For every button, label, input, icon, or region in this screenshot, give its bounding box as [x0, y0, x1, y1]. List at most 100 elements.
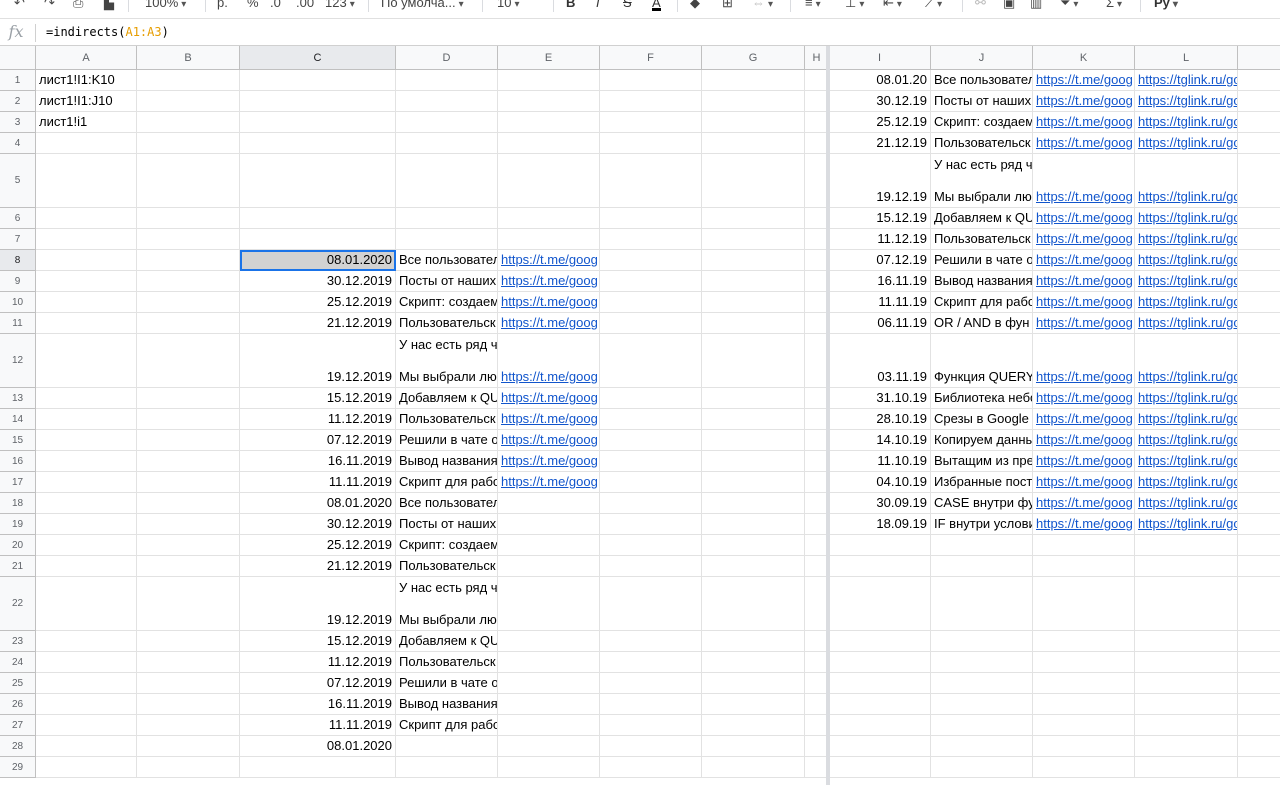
cell-i13[interactable]: 31.10.19	[829, 388, 931, 409]
cell-i19[interactable]: 18.09.19	[829, 514, 931, 535]
cell-e7[interactable]	[498, 229, 600, 250]
cell-f13[interactable]	[600, 388, 702, 409]
cell-i17[interactable]: 04.10.19	[829, 472, 931, 493]
row-header-24[interactable]: 24	[0, 652, 36, 673]
cell-j21[interactable]	[931, 556, 1033, 577]
cell-m7[interactable]	[1238, 229, 1280, 250]
cell-k17[interactable]: https://t.me/goog	[1033, 472, 1135, 493]
cell-f10[interactable]	[600, 292, 702, 313]
cell-a3[interactable]: лист1!i1	[36, 112, 137, 133]
cell-a25[interactable]	[36, 673, 137, 694]
cell-c26[interactable]: 16.11.2019	[240, 694, 396, 715]
cell-g15[interactable]	[702, 430, 805, 451]
cell-b17[interactable]	[137, 472, 240, 493]
cell-e27[interactable]	[498, 715, 600, 736]
cell-b29[interactable]	[137, 757, 240, 778]
cell-d26[interactable]: Вывод названия	[396, 694, 498, 715]
cell-g9[interactable]	[702, 271, 805, 292]
row-header-7[interactable]: 7	[0, 229, 36, 250]
cell-m14[interactable]	[1238, 409, 1280, 430]
cell-m12[interactable]	[1238, 334, 1280, 388]
cell-i26[interactable]	[829, 694, 931, 715]
cell-b18[interactable]	[137, 493, 240, 514]
cell-e28[interactable]	[498, 736, 600, 757]
cell-e13[interactable]: https://t.me/goog	[498, 388, 600, 409]
cell-k28[interactable]	[1033, 736, 1135, 757]
increase-decimals-button[interactable]: .00	[296, 0, 314, 12]
font-size-dropdown[interactable]: 10	[497, 0, 520, 12]
insert-comment-icon[interactable]: ▣	[1003, 0, 1015, 12]
cell-f21[interactable]	[600, 556, 702, 577]
cell-m5[interactable]	[1238, 154, 1280, 208]
cell-e20[interactable]	[498, 535, 600, 556]
cell-f18[interactable]	[600, 493, 702, 514]
cell-l4[interactable]: https://tglink.ru/google_s	[1135, 133, 1238, 154]
cell-m20[interactable]	[1238, 535, 1280, 556]
cell-a11[interactable]	[36, 313, 137, 334]
cell-i23[interactable]	[829, 631, 931, 652]
text-color-button[interactable]: A	[652, 0, 661, 11]
cell-m23[interactable]	[1238, 631, 1280, 652]
row-header-28[interactable]: 28	[0, 736, 36, 757]
cell-j4[interactable]: Пользовательск	[931, 133, 1033, 154]
cell-a27[interactable]	[36, 715, 137, 736]
cell-l2[interactable]: https://tglink.ru/google_s	[1135, 91, 1238, 112]
row-header-4[interactable]: 4	[0, 133, 36, 154]
decrease-decimals-button[interactable]: .0	[270, 0, 281, 12]
cell-k9[interactable]: https://t.me/goog	[1033, 271, 1135, 292]
cell-c13[interactable]: 15.12.2019	[240, 388, 396, 409]
merge-cells-icon[interactable]: ⇔	[752, 0, 773, 12]
cell-j7[interactable]: Пользовательск	[931, 229, 1033, 250]
cell-m2[interactable]	[1238, 91, 1280, 112]
cell-j29[interactable]	[931, 757, 1033, 778]
row-header-11[interactable]: 11	[0, 313, 36, 334]
paint-format-icon[interactable]: ▙	[104, 0, 114, 12]
cell-a28[interactable]	[36, 736, 137, 757]
cell-d17[interactable]: Скрипт для рабо	[396, 472, 498, 493]
cell-l6[interactable]: https://tglink.ru/google_s	[1135, 208, 1238, 229]
cell-k4[interactable]: https://t.me/goog	[1033, 133, 1135, 154]
cell-f20[interactable]	[600, 535, 702, 556]
cell-e1[interactable]	[498, 70, 600, 91]
cell-a6[interactable]	[36, 208, 137, 229]
cell-i7[interactable]: 11.12.19	[829, 229, 931, 250]
column-header-f[interactable]: F	[600, 46, 702, 70]
cell-a21[interactable]	[36, 556, 137, 577]
column-header-b[interactable]: B	[137, 46, 240, 70]
select-all-corner[interactable]	[0, 46, 36, 70]
cell-e6[interactable]	[498, 208, 600, 229]
cell-j2[interactable]: Посты от наших	[931, 91, 1033, 112]
cell-f28[interactable]	[600, 736, 702, 757]
percent-button[interactable]: %	[247, 0, 259, 12]
cell-g5[interactable]	[702, 154, 805, 208]
column-header-k[interactable]: K	[1033, 46, 1135, 70]
column-header-g[interactable]: G	[702, 46, 805, 70]
cell-l18[interactable]: https://tglink.ru/google_s	[1135, 493, 1238, 514]
cell-b23[interactable]	[137, 631, 240, 652]
cell-l25[interactable]	[1135, 673, 1238, 694]
cell-j13[interactable]: Библиотека небо	[931, 388, 1033, 409]
cell-b7[interactable]	[137, 229, 240, 250]
cell-i16[interactable]: 11.10.19	[829, 451, 931, 472]
cell-c8[interactable]: 08.01.2020	[240, 250, 396, 271]
row-header-8[interactable]: 8	[0, 250, 36, 271]
cell-c24[interactable]: 11.12.2019	[240, 652, 396, 673]
bold-button[interactable]: B	[566, 0, 575, 12]
cell-c1[interactable]	[240, 70, 396, 91]
cell-i11[interactable]: 06.11.19	[829, 313, 931, 334]
cell-g22[interactable]	[702, 577, 805, 631]
cell-b1[interactable]	[137, 70, 240, 91]
cell-m19[interactable]	[1238, 514, 1280, 535]
column-header-a[interactable]: A	[36, 46, 137, 70]
cell-k27[interactable]	[1033, 715, 1135, 736]
cell-c14[interactable]: 11.12.2019	[240, 409, 396, 430]
cell-j6[interactable]: Добавляем к QU	[931, 208, 1033, 229]
cell-g26[interactable]	[702, 694, 805, 715]
cell-c20[interactable]: 25.12.2019	[240, 535, 396, 556]
cell-l13[interactable]: https://tglink.ru/google_s	[1135, 388, 1238, 409]
cell-j18[interactable]: CASE внутри фу	[931, 493, 1033, 514]
cell-j23[interactable]	[931, 631, 1033, 652]
column-header-d[interactable]: D	[396, 46, 498, 70]
cell-c10[interactable]: 25.12.2019	[240, 292, 396, 313]
cell-c28[interactable]: 08.01.2020	[240, 736, 396, 757]
